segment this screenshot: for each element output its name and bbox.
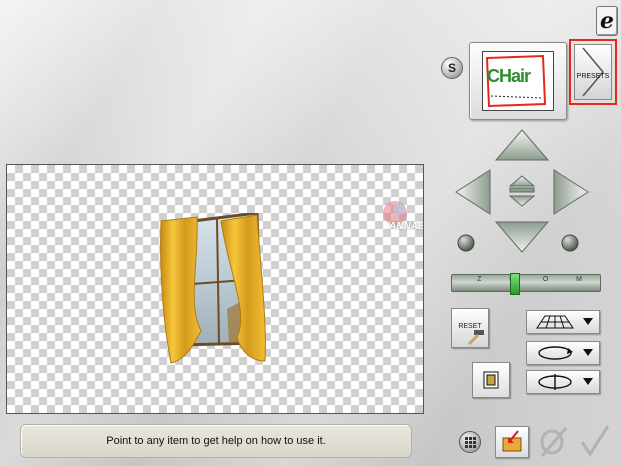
- grid-toggle-icon: [465, 437, 476, 448]
- cancel-icon[interactable]: [538, 426, 570, 458]
- chevron-down-icon: [583, 349, 593, 356]
- frame-button[interactable]: [472, 362, 510, 398]
- curtain-window-image: [160, 213, 266, 364]
- nudge-center-bar: [509, 187, 535, 193]
- zoom-slider[interactable]: Z O O M: [451, 273, 601, 295]
- nudge-down-icon[interactable]: [508, 195, 536, 207]
- swirl-logo-icon: e: [600, 8, 614, 34]
- s-button-label: S: [447, 61, 456, 75]
- flip-horizontal-icon: [538, 374, 572, 390]
- frame-icon: [483, 371, 499, 389]
- s-toggle-button[interactable]: S: [441, 57, 463, 79]
- arrow-right-icon[interactable]: [553, 169, 589, 215]
- open-file-button[interactable]: [495, 426, 529, 458]
- open-folder-icon: [502, 430, 522, 452]
- presets-highlight: PRESETS: [569, 39, 617, 105]
- nudge-up-icon[interactable]: [508, 175, 536, 187]
- rotate-left-icon[interactable]: [457, 234, 475, 252]
- presets-button[interactable]: PRESETS: [574, 44, 612, 100]
- help-bar: Point to any item to get help on how to …: [20, 424, 412, 458]
- arrow-up-icon[interactable]: [494, 129, 550, 161]
- rotate-right-icon[interactable]: [561, 234, 579, 252]
- reset-button[interactable]: RESET: [451, 308, 489, 348]
- grid-toggle-button[interactable]: [459, 431, 481, 453]
- arrow-left-icon[interactable]: [455, 169, 491, 215]
- zoom-slider-thumb[interactable]: [510, 273, 520, 295]
- thumbnail-text: CHair: [487, 66, 531, 86]
- rotate-ellipse-icon: [538, 346, 573, 360]
- arrow-down-icon[interactable]: [494, 221, 550, 253]
- preview-canvas[interactable]: ANNABELLE: [6, 164, 424, 414]
- chevron-down-icon: [583, 378, 593, 385]
- perspective-dropdown[interactable]: [526, 310, 600, 334]
- flip-dropdown[interactable]: [526, 370, 600, 394]
- rotate-dropdown[interactable]: [526, 341, 600, 365]
- preset-thumbnail-image: CHair: [482, 51, 554, 111]
- chevron-down-icon: [583, 318, 593, 325]
- app-logo[interactable]: e: [596, 6, 618, 36]
- checkmark-icon[interactable]: [578, 424, 612, 458]
- hammer-icon: [467, 330, 484, 345]
- perspective-grid-icon: [536, 315, 574, 329]
- chevron-right-icon: [582, 47, 604, 97]
- preset-thumbnail[interactable]: CHair: [469, 42, 567, 120]
- presets-button-label: PRESETS: [576, 73, 610, 80]
- help-text: Point to any item to get help on how to …: [106, 435, 326, 447]
- zoom-track-label: Z O O M: [477, 276, 595, 283]
- navigation-pad: [455, 129, 589, 253]
- watermark-text: ANNABELLE: [389, 221, 423, 232]
